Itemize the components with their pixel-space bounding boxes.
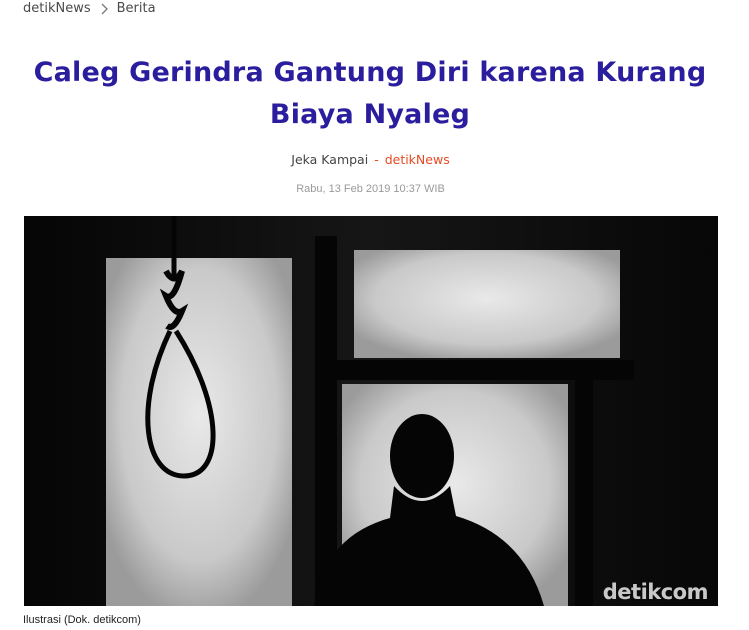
- byline-separator: -: [374, 152, 379, 167]
- breadcrumb-link-detiknews[interactable]: detikNews: [23, 1, 91, 16]
- byline: Jeka Kampai - detikNews: [0, 152, 741, 167]
- photo-caption: Ilustrasi (Dok. detikcom): [23, 614, 141, 626]
- breadcrumb-link-berita[interactable]: Berita: [117, 1, 156, 16]
- silhouette-illustration: [24, 216, 718, 606]
- article-photo[interactable]: detikcom: [24, 216, 718, 606]
- publish-date: Rabu, 13 Feb 2019 10:37 WIB: [296, 183, 445, 195]
- source-link[interactable]: detikNews: [385, 152, 450, 167]
- article-title: Caleg Gerindra Gantung Diri karena Kuran…: [33, 57, 707, 130]
- breadcrumb: detikNews Berita: [23, 1, 156, 16]
- photo-watermark: detikcom: [602, 580, 709, 604]
- author-name[interactable]: Jeka Kampai: [291, 152, 368, 167]
- chevron-right-icon: [97, 2, 111, 16]
